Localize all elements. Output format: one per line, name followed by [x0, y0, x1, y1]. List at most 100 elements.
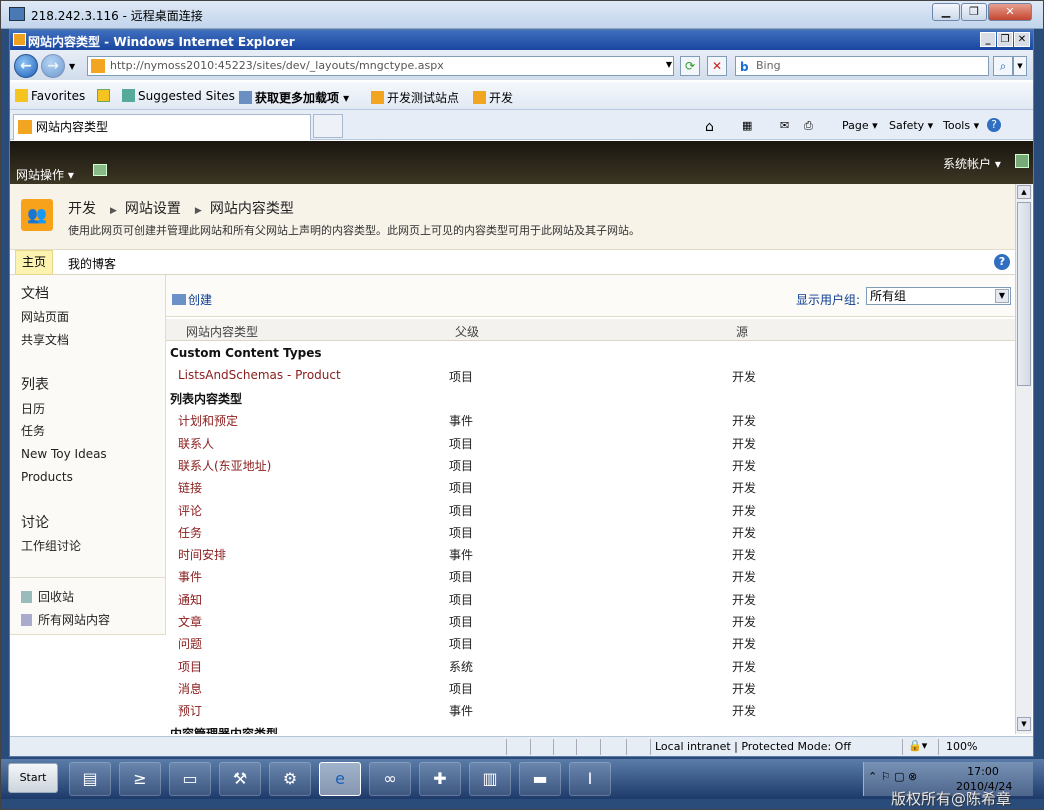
- dev-test-site-link[interactable]: 开发测试站点: [371, 89, 459, 106]
- internet-explorer-icon[interactable]: e: [319, 762, 361, 796]
- help-icon[interactable]: ?: [994, 254, 1010, 270]
- sharepoint-tab-icon: [18, 120, 32, 134]
- search-input[interactable]: b Bing: [735, 56, 989, 76]
- content-type-link[interactable]: 预订: [178, 702, 202, 719]
- forward-button[interactable]: →: [41, 54, 65, 78]
- navigation-bar: ← → ▼ http://nymoss2010:45223/sites/dev/…: [10, 50, 1033, 80]
- page-menu[interactable]: Page ▾: [842, 119, 878, 132]
- ql-products[interactable]: Products: [21, 470, 73, 484]
- nav-home[interactable]: 主页: [15, 250, 53, 275]
- recent-pages-chevron-icon[interactable]: ▼: [69, 62, 75, 71]
- site-actions-menu[interactable]: 网站操作 ▾: [16, 166, 74, 183]
- ql-shared-docs[interactable]: 共享文档: [21, 331, 69, 348]
- create-button[interactable]: 创建: [172, 291, 212, 308]
- network-icon[interactable]: ▥: [469, 762, 511, 796]
- addons-link[interactable]: 获取更多加载项 ▾: [239, 89, 349, 106]
- rdp-restore-button[interactable]: ❐: [961, 3, 987, 21]
- powershell-icon[interactable]: ≥: [119, 762, 161, 796]
- content-type-link[interactable]: 计划和预定: [178, 412, 238, 429]
- ql-discussions-header[interactable]: 讨论: [21, 512, 49, 532]
- breadcrumb-dev[interactable]: 开发: [68, 201, 96, 217]
- source-cell: 开发: [732, 615, 757, 629]
- ql-recycle-bin[interactable]: 回收站: [21, 588, 74, 605]
- col-source: 源: [736, 325, 749, 339]
- ql-tasks[interactable]: 任务: [21, 422, 45, 439]
- source-cell: 开发: [732, 704, 757, 719]
- parent-cell: 项目: [449, 570, 474, 585]
- suggested-sites-link[interactable]: Suggested Sites ▾: [122, 89, 245, 103]
- toolbox-icon[interactable]: ✚: [419, 762, 461, 796]
- navigate-up-icon[interactable]: [93, 164, 107, 176]
- favorites-button[interactable]: Favorites: [15, 89, 85, 103]
- ql-calendar[interactable]: 日历: [21, 400, 45, 417]
- safety-menu[interactable]: Safety ▾: [889, 119, 933, 132]
- ql-docs-header[interactable]: 文档: [21, 283, 49, 303]
- content-type-link[interactable]: 事件: [178, 568, 202, 585]
- search-button[interactable]: ⌕: [993, 56, 1013, 76]
- refresh-button[interactable]: ⟳: [680, 56, 700, 76]
- account-menu[interactable]: 系统帐户 ▾: [943, 155, 1001, 172]
- rdp-minimize-button[interactable]: ▁: [932, 3, 960, 21]
- content-type-link[interactable]: 任务: [178, 524, 202, 541]
- content-type-link[interactable]: 文章: [178, 613, 202, 630]
- remote-desktop-window: 218.242.3.116 - 远程桌面连接 ▁ ❐ ✕ 网站内容类型 - Wi…: [0, 0, 1044, 810]
- home-icon[interactable]: ⌂: [705, 119, 714, 135]
- content-type-link[interactable]: 联系人: [178, 435, 214, 452]
- ql-site-pages[interactable]: 网站页面: [21, 308, 69, 325]
- content-type-link[interactable]: 问题: [178, 635, 202, 652]
- stop-button[interactable]: ✕: [707, 56, 727, 76]
- tray-icons[interactable]: ⌃ ⚐ ▢ ⊗: [868, 770, 917, 783]
- ql-lists-header[interactable]: 列表: [21, 374, 49, 394]
- vertical-scrollbar[interactable]: ▲ ▼: [1015, 184, 1032, 734]
- new-tab-button[interactable]: [313, 114, 343, 138]
- content-type-link[interactable]: ListsAndSchemas - Product: [178, 368, 341, 382]
- protected-mode-icon[interactable]: 🔒▾: [908, 739, 927, 752]
- ql-new-toy-ideas[interactable]: New Toy Ideas: [21, 447, 107, 461]
- scroll-down-icon[interactable]: ▼: [1017, 717, 1031, 731]
- scroll-up-icon[interactable]: ▲: [1017, 185, 1031, 199]
- help-icon[interactable]: ?: [987, 118, 1001, 132]
- add-favorites-icon[interactable]: [97, 89, 113, 103]
- parent-cell: 项目: [449, 592, 474, 607]
- tab-current[interactable]: 网站内容类型: [13, 114, 311, 140]
- edit-page-icon[interactable]: [1015, 154, 1029, 168]
- security-zone[interactable]: Local intranet | Protected Mode: Off: [655, 740, 851, 753]
- ie-restore-button[interactable]: ❐: [997, 32, 1013, 47]
- scroll-thumb[interactable]: [1017, 202, 1031, 386]
- rdp-close-button[interactable]: ✕: [988, 3, 1032, 21]
- server-manager-icon[interactable]: ▤: [69, 762, 111, 796]
- feeds-icon[interactable]: ▦: [742, 119, 752, 132]
- ql-team-discussion[interactable]: 工作组讨论: [21, 537, 81, 554]
- content-type-link[interactable]: 通知: [178, 591, 202, 608]
- content-type-link[interactable]: 评论: [178, 502, 202, 519]
- ql-all-content[interactable]: 所有网站内容: [21, 611, 110, 628]
- settings-gear-icon[interactable]: ⚙: [269, 762, 311, 796]
- content-type-link[interactable]: 联系人(东亚地址): [178, 457, 271, 474]
- mail-icon[interactable]: ✉: [780, 119, 789, 132]
- group-filter-select[interactable]: 所有组 ▼: [866, 287, 1011, 305]
- content-type-link[interactable]: 项目: [178, 658, 202, 675]
- back-button[interactable]: ←: [14, 54, 38, 78]
- tools-icon[interactable]: ⚒: [219, 762, 261, 796]
- content-type-link[interactable]: 链接: [178, 479, 202, 496]
- ie-minimize-button[interactable]: _: [980, 32, 996, 47]
- content-type-link[interactable]: 时间安排: [178, 546, 226, 563]
- zoom-level[interactable]: 100%: [946, 740, 977, 753]
- explorer-icon[interactable]: ▭: [169, 762, 211, 796]
- content-type-link[interactable]: 消息: [178, 680, 202, 697]
- dev-site-link[interactable]: 开发: [473, 89, 513, 106]
- search-options-icon[interactable]: ▼: [1013, 56, 1027, 76]
- address-dropdown-icon[interactable]: ▼: [659, 56, 679, 76]
- print-icon[interactable]: ⎙: [804, 119, 813, 133]
- infopath-icon[interactable]: I: [569, 762, 611, 796]
- visual-studio-icon[interactable]: ∞: [369, 762, 411, 796]
- tab-bar: 网站内容类型 ⌂ ▦ ✉ ⎙ Page ▾ Safety ▾ Tools ▾ ?: [10, 110, 1033, 140]
- tools-menu[interactable]: Tools ▾: [943, 119, 979, 132]
- command-prompt-icon[interactable]: ▬: [519, 762, 561, 796]
- breadcrumb-site-settings[interactable]: 网站设置: [125, 201, 181, 217]
- start-button[interactable]: Start: [8, 763, 58, 793]
- address-bar[interactable]: http://nymoss2010:45223/sites/dev/_layou…: [87, 56, 674, 76]
- clock-time[interactable]: 17:00: [958, 765, 1008, 778]
- ie-close-button[interactable]: ✕: [1014, 32, 1030, 47]
- nav-my-blog[interactable]: 我的博客: [68, 255, 116, 272]
